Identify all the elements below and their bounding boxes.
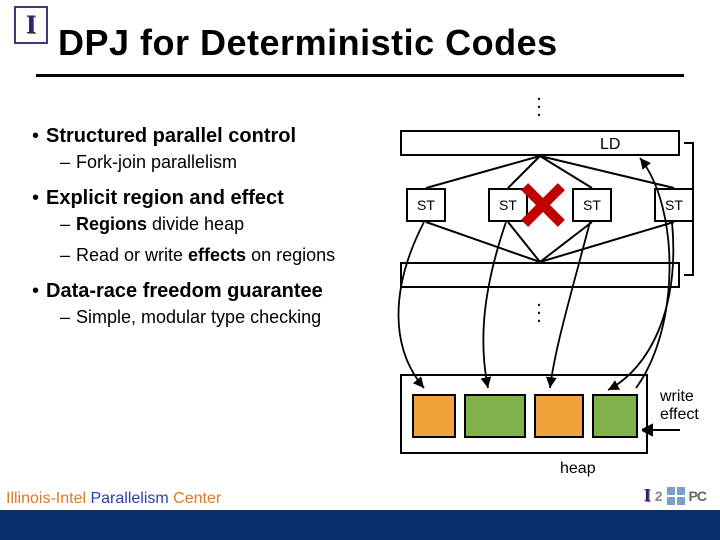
ellipsis-mid-icon: ... [534,296,544,320]
bullet-1-text: Structured parallel control [46,125,296,147]
i2pc-squares-icon [667,487,685,505]
i2pc-i-glyph: I [644,485,651,506]
bullet-3-text: Data-race freedom guarantee [46,280,323,302]
bullet-3-sub-1: –Simple, modular type checking [60,307,402,329]
footer-bar [0,510,720,540]
bullet-2-sub-1: –Regions divide heap [60,214,402,236]
slide: { "title": "DPJ for Deterministic Codes"… [0,0,720,540]
heap-region-2 [464,394,526,438]
bullet-2-text: Explicit region and effect [46,187,284,209]
bottom-task-bar [400,262,680,288]
slide-title: DPJ for Deterministic Codes [58,22,558,64]
bullet-1-sub-1: –Fork-join parallelism [60,152,402,174]
conflict-cross-icon [520,182,566,228]
bullet-list: •Structured parallel control –Fork-join … [32,124,402,340]
i2pc-logo: I 2 PC [644,485,706,506]
bullet-2: •Explicit region and effect –Regions div… [32,186,402,267]
heap-region-3 [534,394,584,438]
heap-box [400,374,648,454]
heap-label: heap [560,460,596,478]
footer-org: Illinois-Intel Parallelism Center [6,490,221,508]
i2pc-2-glyph: 2 [655,488,663,504]
thread-box-3: ST [572,188,612,222]
diagram: ... LD ST ST ST ST ... [380,88,710,488]
illinois-logo: I [14,6,48,44]
heap-region-1 [412,394,456,438]
write-effect-label: write effect [660,388,699,423]
i2pc-pc-glyph: PC [689,488,706,504]
bullet-2-sub-2: –Read or write effects on regions [60,245,402,267]
title-underline [36,74,684,77]
thread-box-1: ST [406,188,446,222]
illinois-logo-glyph: I [26,10,36,40]
write-effect-arrow-icon [642,423,682,442]
bullet-3: •Data-race freedom guarantee –Simple, mo… [32,279,402,329]
bullet-1: •Structured parallel control –Fork-join … [32,124,402,174]
loop-bracket-icon [686,142,694,276]
heap-region-4 [592,394,638,438]
